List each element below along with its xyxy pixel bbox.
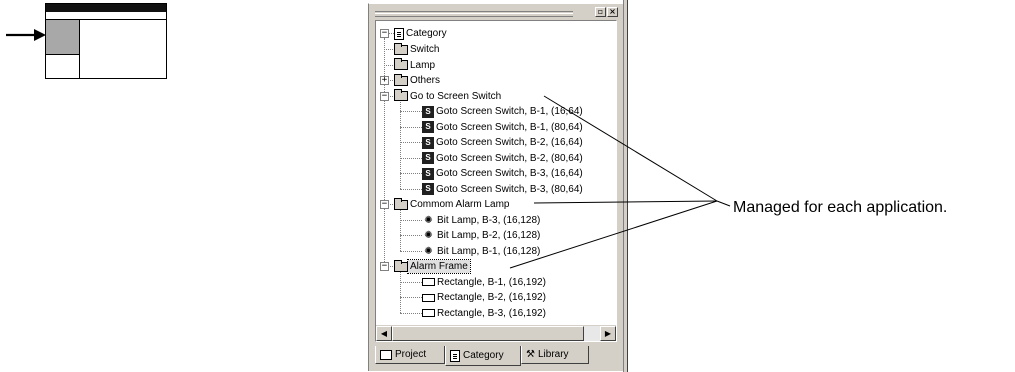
tree-node-label: Go to Screen Switch	[410, 90, 502, 102]
tree-folder-commom-alarm-lamp[interactable]: Commom Alarm Lamp	[394, 197, 511, 212]
tree-node-label: Goto Screen Switch, B-1, (16,64)	[436, 106, 583, 117]
switch-icon: S	[422, 152, 434, 164]
tree-folder-others[interactable]: Others	[394, 73, 442, 88]
lamp-icon: ✺	[424, 214, 433, 226]
tree-node-label: Commom Alarm Lamp	[410, 199, 510, 210]
tree-item-goto-screen-switch-b-2-16-64[interactable]: S Goto Screen Switch, B-2, (16,64)	[422, 135, 585, 150]
tree-node-label: Goto Screen Switch, B-3, (80,64)	[436, 183, 583, 195]
window-grip[interactable]	[375, 11, 573, 17]
tools-icon: ⚒	[526, 348, 535, 360]
tree-node-label: Lamp	[410, 59, 436, 71]
tree-item-goto-screen-switch-b-1-16-64[interactable]: S Goto Screen Switch, B-1, (16,64)	[422, 104, 585, 119]
callout-text: Managed for each application.	[733, 199, 948, 216]
folder-icon	[394, 73, 408, 86]
tree-folder-switch[interactable]: Switch	[394, 42, 441, 57]
scroll-thumb[interactable]	[392, 326, 584, 341]
category-tree: − Category Switch Lamp + Others − Go to Scree…	[376, 21, 616, 323]
horizontal-scrollbar[interactable]: ◀ ▶	[376, 325, 616, 341]
lamp-icon: ✺	[424, 245, 433, 257]
switch-icon: S	[422, 105, 434, 118]
folder-icon	[394, 89, 408, 101]
window-right-border	[623, 0, 628, 372]
tree-panel: − Category Switch Lamp + Others − Go to Scree…	[375, 20, 617, 342]
restore-button[interactable]: ▫	[595, 7, 606, 17]
tree-item-goto-screen-switch-b-3-80-64[interactable]: S Goto Screen Switch, B-3, (80,64)	[422, 182, 585, 197]
lamp-icon: ✺	[424, 230, 433, 241]
tree-node-label: Bit Lamp, B-1, (16,128)	[437, 245, 541, 257]
tab-library[interactable]: ⚒ Library	[521, 346, 589, 364]
tree-root[interactable]: Category	[394, 26, 449, 41]
switch-icon: S	[422, 167, 434, 180]
window-tabs: Project Category ⚒ Library	[375, 346, 619, 366]
folder-icon	[394, 259, 408, 272]
rectangle-icon	[422, 278, 435, 286]
diagram-title-bar	[46, 4, 166, 12]
window-location-diagram	[45, 3, 167, 79]
tree-node-label: Switch	[410, 44, 440, 55]
tree-node-label: Bit Lamp, B-2, (16,128)	[437, 230, 541, 241]
switch-icon: S	[422, 136, 434, 149]
tree-node-label: Rectangle, B-1, (16,192)	[437, 276, 546, 288]
folder-icon	[394, 58, 408, 70]
tree-item-goto-screen-switch-b-3-16-64[interactable]: S Goto Screen Switch, B-3, (16,64)	[422, 166, 585, 181]
tab-category[interactable]: Category	[445, 346, 521, 366]
tree-item-rectangle-b-3-16-192[interactable]: Rectangle, B-3, (16,192)	[422, 306, 548, 321]
collapse-go-to-screen-switch-toggle[interactable]: −	[380, 91, 389, 101]
pointer-arrow-icon	[6, 29, 46, 41]
tree-node-label: Goto Screen Switch, B-1, (80,64)	[436, 121, 583, 133]
tree-node-label: Others	[410, 75, 441, 86]
tree-node-label: Goto Screen Switch, B-3, (16,64)	[436, 168, 583, 179]
tree-node-label: Alarm Frame	[407, 259, 471, 274]
tree-item-bit-lamp-b-3-16-128[interactable]: ✺ Bit Lamp, B-3, (16,128)	[422, 213, 542, 228]
expand-others-toggle[interactable]: +	[380, 76, 389, 85]
collapse-alarm-frame-toggle[interactable]: −	[380, 262, 389, 271]
folder-icon	[394, 197, 408, 210]
category-window: ▫ × − Category Switch Lamp + Others − Go to S…	[368, 3, 624, 371]
tree-node-label: Bit Lamp, B-3, (16,128)	[437, 214, 541, 226]
collapse-commom-alarm-lamp-toggle[interactable]: −	[380, 200, 389, 209]
tab-project[interactable]: Project	[375, 346, 445, 364]
rectangle-icon	[422, 309, 435, 317]
switch-icon: S	[422, 183, 434, 195]
tree-node-label: Rectangle, B-2, (16,192)	[437, 292, 546, 303]
tree-root-label: Category	[406, 28, 447, 39]
collapse-root-toggle[interactable]: −	[380, 29, 389, 38]
tree-node-label: Goto Screen Switch, B-2, (80,64)	[436, 152, 583, 164]
tree-folder-alarm-frame[interactable]: Alarm Frame	[394, 259, 471, 274]
tree-item-goto-screen-switch-b-2-80-64[interactable]: S Goto Screen Switch, B-2, (80,64)	[422, 151, 585, 166]
tree-folder-go-to-screen-switch[interactable]: Go to Screen Switch	[394, 89, 503, 104]
folder-icon	[394, 42, 408, 55]
rectangle-icon	[422, 293, 435, 302]
document-icon	[394, 27, 404, 40]
scroll-left-button[interactable]: ◀	[376, 326, 392, 341]
switch-icon: S	[422, 121, 434, 133]
tree-item-goto-screen-switch-b-1-80-64[interactable]: S Goto Screen Switch, B-1, (80,64)	[422, 120, 585, 135]
diagram-highlighted-pane	[46, 20, 80, 55]
tree-folder-lamp[interactable]: Lamp	[394, 58, 437, 73]
scroll-right-button[interactable]: ▶	[600, 326, 616, 341]
diagram-pane	[46, 55, 80, 79]
tree-node-label: Rectangle, B-3, (16,192)	[437, 307, 546, 319]
tree-item-rectangle-b-2-16-192[interactable]: Rectangle, B-2, (16,192)	[422, 290, 548, 305]
tree-item-bit-lamp-b-1-16-128[interactable]: ✺ Bit Lamp, B-1, (16,128)	[422, 244, 542, 259]
close-button[interactable]: ×	[607, 7, 618, 17]
tree-item-rectangle-b-1-16-192[interactable]: Rectangle, B-1, (16,192)	[422, 275, 548, 290]
tree-item-bit-lamp-b-2-16-128[interactable]: ✺ Bit Lamp, B-2, (16,128)	[422, 228, 542, 243]
project-icon	[380, 349, 392, 360]
tree-node-label: Goto Screen Switch, B-2, (16,64)	[436, 137, 583, 148]
category-icon	[450, 349, 460, 362]
